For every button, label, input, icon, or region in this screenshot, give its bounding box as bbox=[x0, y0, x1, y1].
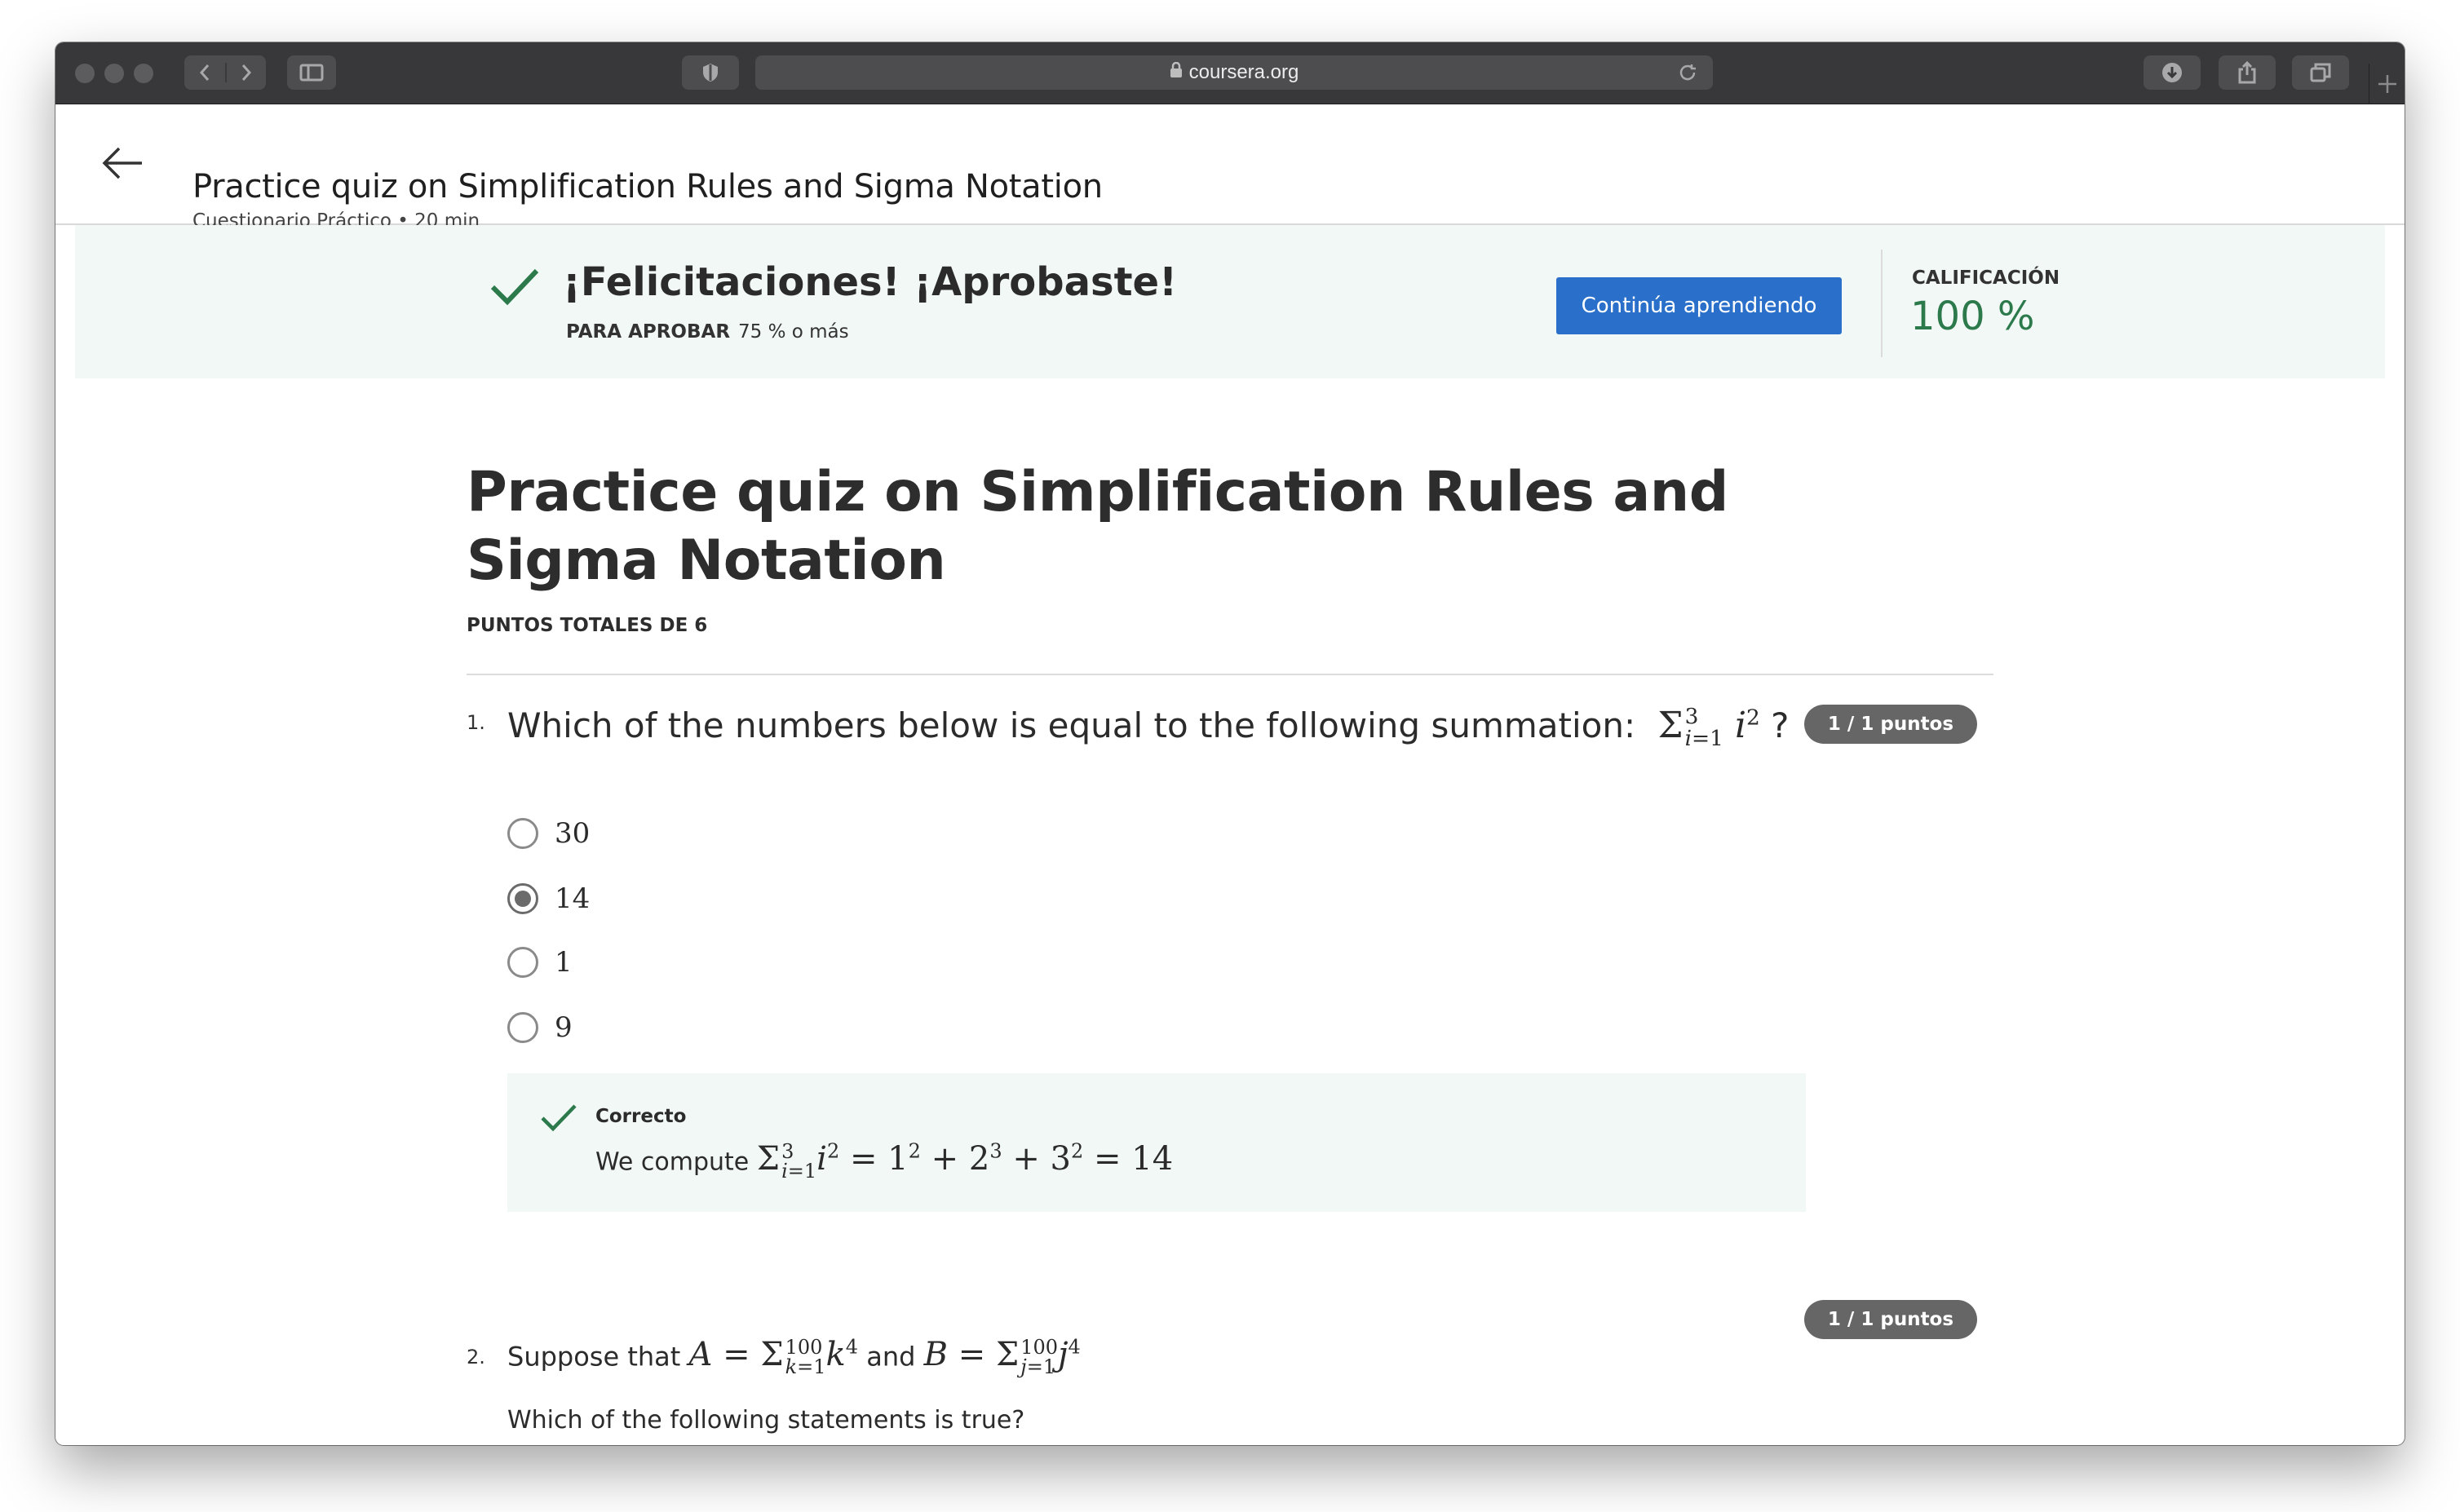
new-tab-button[interactable] bbox=[2369, 64, 2405, 104]
pass-threshold-value: 75 % o más bbox=[738, 321, 849, 343]
answer-feedback: Correcto We compute Σ 3 i=1 i2 = 12 + 23 + … bbox=[507, 1073, 1806, 1212]
minimize-window-button[interactable] bbox=[104, 64, 124, 83]
pass-threshold-label: PARA APROBAR bbox=[566, 321, 731, 343]
back-nav-icon[interactable] bbox=[184, 63, 225, 82]
radio-button-checked[interactable] bbox=[507, 883, 538, 914]
checkmark-icon bbox=[489, 266, 540, 312]
question-2-formula-b: B = Σ 100 j=1 j4 bbox=[923, 1336, 1081, 1379]
share-icon[interactable] bbox=[2219, 55, 2276, 90]
answer-option[interactable]: 1 bbox=[507, 944, 573, 980]
total-points: PUNTOS TOTALES DE 6 bbox=[467, 615, 708, 636]
pass-threshold: PARA APROBAR 75 % o más bbox=[566, 321, 849, 343]
feedback-formula: Σ 3 i=1 i2 = 12 + 23 + 32 = 14 bbox=[756, 1140, 1174, 1183]
question-number: 1. bbox=[467, 711, 485, 734]
question-2-points: 1 / 1 puntos bbox=[1804, 1300, 1977, 1339]
answer-option[interactable]: 30 bbox=[507, 816, 590, 851]
quiz-title: Practice quiz on Simplification Rules an… bbox=[467, 460, 1728, 593]
back-arrow-icon[interactable] bbox=[100, 140, 145, 186]
feedback-title: Correcto bbox=[595, 1106, 687, 1127]
radio-button[interactable] bbox=[507, 947, 538, 978]
grade-label: CALIFICACIÓN bbox=[1912, 267, 2060, 289]
pass-message: ¡Felicitaciones! ¡Aprobaste! bbox=[563, 259, 1177, 305]
answer-option[interactable]: 9 bbox=[507, 1010, 573, 1046]
item-title: Practice quiz on Simplification Rules an… bbox=[192, 168, 1103, 206]
privacy-shield-icon[interactable] bbox=[682, 55, 739, 90]
address-bar[interactable]: coursera.org bbox=[755, 55, 1713, 90]
url-text: coursera.org bbox=[1188, 61, 1299, 83]
answer-option-label: 30 bbox=[555, 817, 591, 850]
answer-option-selected[interactable]: 14 bbox=[507, 881, 590, 917]
radio-button[interactable] bbox=[507, 1012, 538, 1043]
history-nav bbox=[184, 55, 266, 90]
question-1-points: 1 / 1 puntos bbox=[1804, 705, 1977, 744]
answer-option-label: 1 bbox=[555, 946, 573, 979]
question-2-followup: Which of the following statements is tru… bbox=[507, 1406, 1025, 1435]
feedback-text: We compute Σ 3 i=1 i2 = 12 + 23 + 32 = 14 bbox=[595, 1140, 1173, 1181]
radio-button[interactable] bbox=[507, 818, 538, 849]
zoom-window-button[interactable] bbox=[134, 64, 153, 83]
question-number: 2. bbox=[467, 1346, 485, 1368]
item-header: Practice quiz on Simplification Rules an… bbox=[55, 104, 2405, 232]
question-1-formula: Σ 3 i=1 i2 bbox=[1646, 704, 1760, 751]
lock-icon bbox=[1170, 61, 1183, 84]
feedback-prefix: We compute bbox=[595, 1147, 750, 1177]
downloads-icon[interactable] bbox=[2144, 55, 2201, 90]
question-1-prompt: Which of the numbers below is equal to t… bbox=[507, 705, 1636, 745]
pass-banner: ¡Felicitaciones! ¡Aprobaste! PARA APROBA… bbox=[75, 225, 2385, 378]
continue-learning-button[interactable]: Continúa aprendiendo bbox=[1556, 277, 1842, 334]
reload-icon[interactable] bbox=[1677, 62, 1698, 89]
forward-nav-icon[interactable] bbox=[225, 63, 266, 82]
grade-divider bbox=[1881, 250, 1883, 357]
question-1-suffix: ? bbox=[1771, 705, 1790, 745]
answer-option-label: 14 bbox=[555, 882, 591, 915]
section-divider bbox=[467, 674, 1993, 675]
tab-overview-icon[interactable] bbox=[2292, 55, 2349, 90]
question-2-prompt: Suppose that bbox=[507, 1341, 681, 1373]
grade-value: 100 % bbox=[1910, 294, 2035, 339]
browser-window: coursera.org Practice quiz on Simplifica… bbox=[55, 42, 2405, 1445]
close-window-button[interactable] bbox=[75, 64, 95, 83]
question-2-text: Suppose that A = Σ 100 k=1 k4 and B = Σ 100 j… bbox=[507, 1336, 1081, 1377]
correct-check-icon bbox=[540, 1103, 577, 1138]
answer-option-label: 9 bbox=[555, 1011, 573, 1044]
question-2-formula-a: A = Σ 100 k=1 k4 bbox=[688, 1336, 859, 1379]
question-2-and: and bbox=[866, 1341, 916, 1373]
browser-toolbar: coursera.org bbox=[55, 42, 2405, 104]
question-1-text: Which of the numbers below is equal to t… bbox=[507, 705, 1789, 749]
sidebar-toggle-icon[interactable] bbox=[287, 55, 336, 90]
